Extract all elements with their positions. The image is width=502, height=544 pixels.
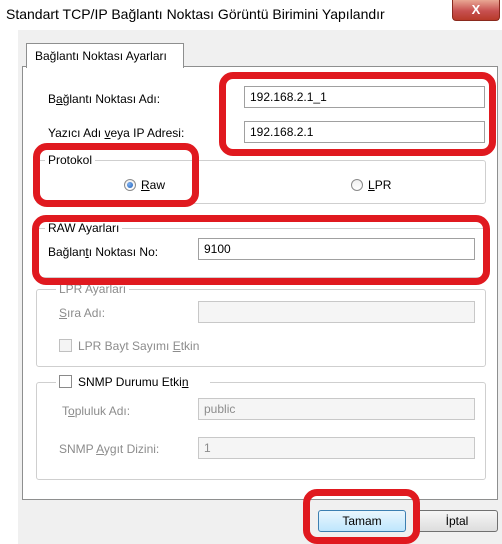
port-name-field[interactable]: 192.168.2.1_1 [244,86,485,108]
window-title: Standart TCP/IP Bağlantı Noktası Görüntü… [6,6,385,22]
title-bar: Standart TCP/IP Bağlantı Noktası Görüntü… [0,0,502,30]
snmp-device-index-field[interactable]: 1 [198,437,475,459]
raw-radio[interactable] [124,179,136,191]
port-name-label: Bağlantı Noktası Adı: [48,92,161,106]
close-button[interactable]: X [452,0,500,21]
lpr-radio-label[interactable]: LPR [368,178,391,192]
lpr-radio[interactable] [351,179,363,191]
lpr-byte-count-checkbox[interactable] [59,339,72,352]
tab-label: Bağlantı Noktası Ayarları [35,49,167,63]
snmp-status-checkbox[interactable] [59,375,72,388]
raw-settings-legend: RAW Ayarları [45,221,123,235]
ok-button[interactable]: Tamam [318,510,406,532]
queue-name-field[interactable] [198,301,475,323]
snmp-status-label[interactable]: SNMP Durumu Etkin [78,375,189,389]
snmp-group [36,382,486,480]
community-name-field[interactable]: public [198,398,475,420]
raw-radio-label[interactable]: Raw [141,178,165,192]
cancel-button[interactable]: İptal [416,510,498,532]
queue-name-label: Sıra Adı: [59,306,106,320]
community-name-label: Topluluk Adı: [62,404,131,418]
snmp-device-index-label: SNMP Aygıt Dizini: [59,442,160,456]
tab-port-settings[interactable]: Bağlantı Noktası Ayarları [26,43,184,68]
protocol-group [36,160,486,204]
lpr-byte-count-label[interactable]: LPR Bayt Sayımı Etkin [78,339,199,353]
port-number-label: Bağlantı Noktası No: [48,245,159,259]
protocol-legend: Protokol [45,153,96,167]
printer-address-field[interactable]: 192.168.2.1 [244,121,485,143]
printer-address-label: Yazıcı Adı veya IP Adresi: [48,126,185,140]
port-number-field[interactable]: 9100 [198,238,475,260]
lpr-settings-legend: LPR Ayarları [56,282,130,296]
